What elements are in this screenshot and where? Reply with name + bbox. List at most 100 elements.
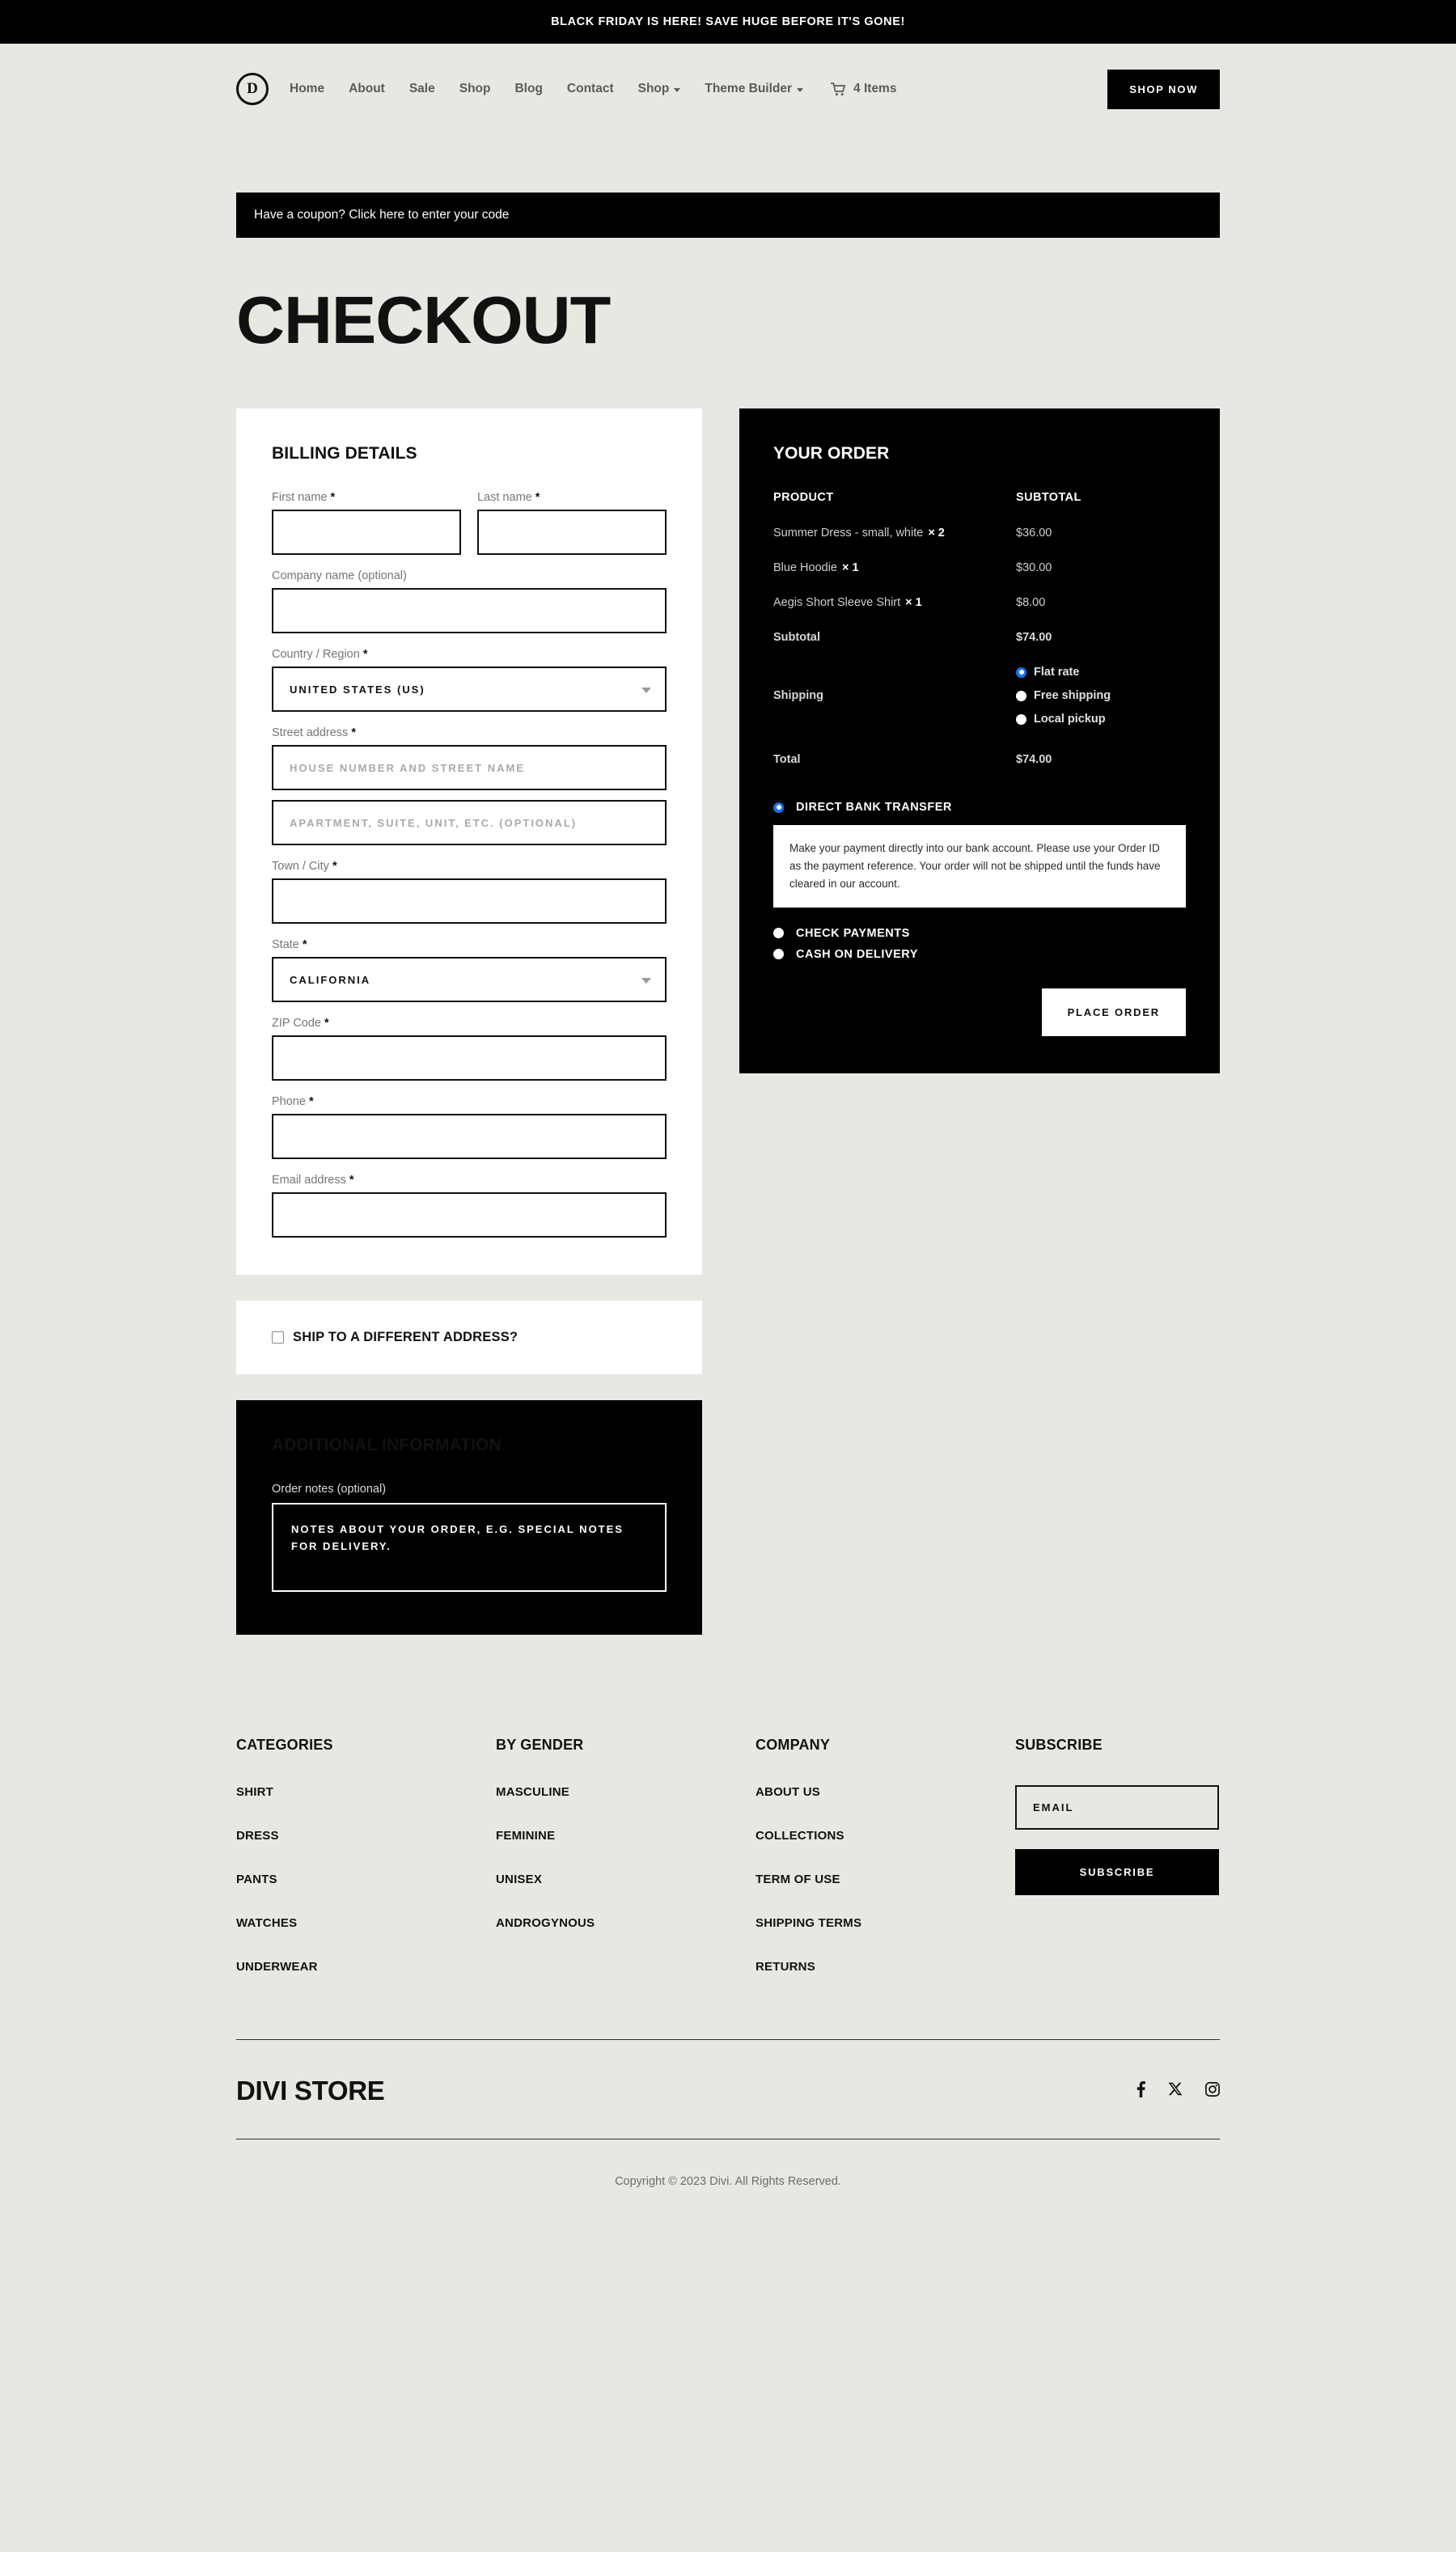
payment-method-label: CHECK PAYMENTS <box>796 926 910 940</box>
footer-brand: DIVI STORE <box>236 2076 385 2106</box>
zip-label-text: ZIP Code <box>272 1017 321 1030</box>
order-item-qty: × 2 <box>928 527 945 540</box>
instagram-icon[interactable] <box>1205 2081 1220 2101</box>
footer-link-unisex[interactable]: UNISEX <box>496 1873 756 1886</box>
footer-link-androgynous[interactable]: ANDROGYNOUS <box>496 1916 756 1930</box>
ship-different-checkbox[interactable] <box>272 1331 284 1344</box>
footer-link-pants[interactable]: PANTS <box>236 1873 496 1886</box>
footer-link-shipping-terms[interactable]: SHIPPING TERMS <box>756 1916 1015 1930</box>
payment-methods-list: DIRECT BANK TRANSFER Make your payment d… <box>773 801 1186 961</box>
place-order-wrap: PLACE ORDER <box>773 988 1186 1036</box>
first-name-label-text: First name <box>272 491 328 504</box>
required-mark: * <box>324 1017 329 1030</box>
email-label-text: Email address <box>272 1174 346 1187</box>
ship-different-label[interactable]: SHIP TO A DIFFERENT ADDRESS? <box>293 1330 518 1345</box>
order-table-head: PRODUCT SUBTOTAL <box>773 491 1186 527</box>
x-icon[interactable] <box>1168 2082 1183 2101</box>
city-field-group: Town / City * <box>272 860 667 924</box>
subtotal-row: Subtotal $74.00 <box>773 631 1186 666</box>
facebook-icon[interactable] <box>1136 2080 1145 2101</box>
shipping-option-local-pickup[interactable]: Local pickup <box>1016 713 1186 726</box>
nav-item-contact[interactable]: Contact <box>567 82 614 96</box>
radio-icon[interactable] <box>773 949 784 960</box>
name-row: First name * Last name * <box>272 491 667 569</box>
first-name-input[interactable] <box>272 510 461 555</box>
billing-column: BILLING DETAILS First name * Last name * <box>236 408 702 1635</box>
required-mark: * <box>302 938 307 951</box>
footer-columns: CATEGORIES SHIRT DRESS PANTS WATCHES UND… <box>236 1737 1220 2004</box>
country-select[interactable]: UNITED STATES (US) <box>272 667 667 712</box>
nav-item-sale[interactable]: Sale <box>409 82 435 96</box>
footer-link-dress[interactable]: DRESS <box>236 1829 496 1843</box>
table-row: Blue Hoodie × 1 $30.00 <box>773 561 1186 596</box>
nav-item-theme-builder[interactable]: Theme Builder <box>705 82 804 96</box>
cart-link[interactable]: 4 Items <box>831 82 896 96</box>
zip-input[interactable] <box>272 1035 667 1081</box>
footer-link-collections[interactable]: COLLECTIONS <box>756 1829 1015 1843</box>
coupon-toggle[interactable]: Have a coupon? Click here to enter your … <box>236 193 1220 238</box>
footer-link-underwear[interactable]: UNDERWEAR <box>236 1960 496 1974</box>
required-mark: * <box>332 860 337 873</box>
radio-icon[interactable] <box>1016 667 1026 678</box>
first-name-field-group: First name * <box>272 491 461 555</box>
order-item-name: Blue Hoodie <box>773 561 837 574</box>
shipping-option-label: Free shipping <box>1034 689 1111 702</box>
nav-item-blog[interactable]: Blog <box>514 82 542 96</box>
street-address-input[interactable] <box>272 745 667 790</box>
place-order-button[interactable]: PLACE ORDER <box>1041 988 1186 1036</box>
shipping-option-flat-rate[interactable]: Flat rate <box>1016 666 1186 679</box>
payment-method-check-payments[interactable]: CHECK PAYMENTS <box>773 927 1186 940</box>
radio-icon[interactable] <box>1016 690 1026 701</box>
payment-method-cash-on-delivery[interactable]: CASH ON DELIVERY <box>773 948 1186 961</box>
total-row: Total $74.00 <box>773 753 1186 788</box>
radio-icon[interactable] <box>773 802 784 813</box>
state-label: State * <box>272 938 667 951</box>
payment-method-direct-bank-transfer[interactable]: DIRECT BANK TRANSFER <box>773 801 1186 814</box>
total-value: $74.00 <box>1016 753 1052 766</box>
nav-item-shop-dropdown[interactable]: Shop <box>638 82 681 96</box>
logo-icon[interactable]: D <box>236 73 269 105</box>
state-select[interactable]: CALIFORNIA <box>272 957 667 1002</box>
footer-link-watches[interactable]: WATCHES <box>236 1916 496 1930</box>
subscribe-email-input[interactable] <box>1015 1785 1219 1830</box>
footer-link-term-of-use[interactable]: TERM OF USE <box>756 1873 1015 1886</box>
phone-input[interactable] <box>272 1114 667 1159</box>
nav-item-shop[interactable]: Shop <box>459 82 491 96</box>
email-input[interactable] <box>272 1192 667 1238</box>
country-label-text: Country / Region <box>272 648 360 661</box>
footer-link-shirt[interactable]: SHIRT <box>236 1785 496 1799</box>
footer-link-masculine[interactable]: MASCULINE <box>496 1785 756 1799</box>
footer-link-returns[interactable]: RETURNS <box>756 1960 1015 1974</box>
last-name-field-group: Last name * <box>477 491 667 555</box>
shop-now-button[interactable]: SHOP NOW <box>1107 69 1220 109</box>
additional-information-panel: ADDITIONAL INFORMATION Order notes (opti… <box>236 1400 702 1635</box>
phone-label: Phone * <box>272 1095 667 1108</box>
required-mark: * <box>362 648 368 661</box>
copyright-text: Copyright © 2023 Divi. All Rights Reserv… <box>615 2175 841 2188</box>
site-footer: CATEGORIES SHIRT DRESS PANTS WATCHES UND… <box>236 1737 1220 2233</box>
payment-method-label: DIRECT BANK TRANSFER <box>796 801 952 814</box>
order-notes-textarea[interactable] <box>272 1503 667 1592</box>
shipping-option-free-shipping[interactable]: Free shipping <box>1016 689 1186 702</box>
city-input[interactable] <box>272 878 667 924</box>
street-address-2-input[interactable] <box>272 800 667 845</box>
company-field-group: Company name (optional) <box>272 569 667 633</box>
nav-item-about[interactable]: About <box>349 82 385 96</box>
subscribe-button[interactable]: SUBSCRIBE <box>1015 1849 1219 1895</box>
order-item-price: $36.00 <box>1016 527 1052 540</box>
footer-link-feminine[interactable]: FEMININE <box>496 1829 756 1843</box>
company-input[interactable] <box>272 588 667 633</box>
payment-method-description: Make your payment directly into our bank… <box>773 825 1186 908</box>
footer-link-about-us[interactable]: ABOUT US <box>756 1785 1015 1799</box>
order-item-name: Summer Dress - small, white <box>773 527 924 540</box>
additional-information-heading: ADDITIONAL INFORMATION <box>272 1436 502 1454</box>
country-select-wrap: UNITED STATES (US) <box>272 667 667 712</box>
shipping-options-cell: Flat rate Free shipping Local pickup <box>1016 666 1186 753</box>
radio-icon[interactable] <box>1016 713 1026 725</box>
street-field-group: Street address * <box>272 726 667 845</box>
subtotal-label: Subtotal <box>773 631 820 644</box>
nav-item-home[interactable]: Home <box>290 82 324 96</box>
radio-icon[interactable] <box>773 928 784 939</box>
required-mark: * <box>351 726 356 739</box>
last-name-input[interactable] <box>477 510 667 555</box>
